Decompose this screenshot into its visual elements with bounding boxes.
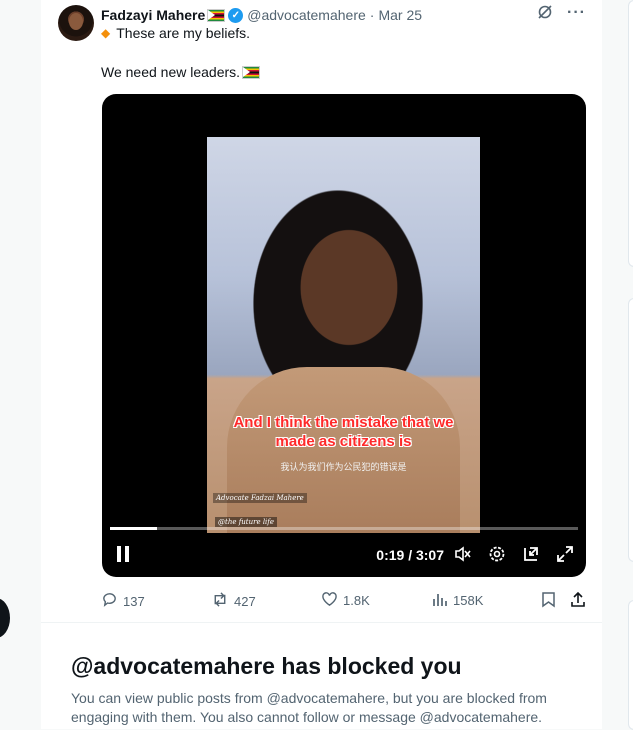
share-button[interactable] xyxy=(570,591,586,611)
blocked-title: @advocatemahere has blocked you xyxy=(71,653,462,679)
video-controls: 0:19 / 3:07 xyxy=(102,540,586,568)
video-time: 0:19 / 3:07 xyxy=(376,547,444,563)
video-frame[interactable]: And I think the mistake that we made as … xyxy=(207,137,480,533)
tweet-text-line-2: We need new leaders. xyxy=(101,64,263,80)
right-sidebar-card[interactable] xyxy=(628,0,633,267)
tweet-actions: 137 427 1.8K 158K xyxy=(101,591,587,611)
repost-count: 427 xyxy=(234,593,256,609)
tweet-date[interactable]: Mar 25 xyxy=(378,7,422,23)
video-player[interactable]: And I think the mistake that we made as … xyxy=(102,94,586,577)
views-button[interactable]: 158K xyxy=(432,591,483,610)
timeline-column: Fadzayi Mahere ✓ @advocatemahere · Mar 2… xyxy=(41,0,602,729)
verified-badge-icon: ✓ xyxy=(228,7,244,23)
views-count: 158K xyxy=(453,593,484,608)
video-subtitle-chinese: 我认为我们作为公民犯的错误是 xyxy=(280,462,407,472)
video-progress-bar[interactable] xyxy=(110,527,578,530)
pause-icon[interactable] xyxy=(116,546,130,562)
reply-count: 137 xyxy=(123,593,145,609)
orange-diamond-icon: ◆ xyxy=(101,26,111,40)
video-watermark-source: @the future life xyxy=(215,517,278,527)
like-button[interactable]: 1.8K xyxy=(321,591,370,610)
video-watermark-name: Advocate Fadzai Mahere xyxy=(213,493,307,503)
repost-icon xyxy=(211,591,229,611)
video-caption: And I think the mistake that we made as … xyxy=(233,414,454,450)
tweet-text-line-1: ◆ These are my beliefs. xyxy=(101,25,250,41)
right-sidebar-card[interactable] xyxy=(628,298,633,562)
tweet-text-beliefs: These are my beliefs. xyxy=(116,25,251,41)
author-handle[interactable]: @advocatemahere xyxy=(247,7,366,23)
bookmark-icon xyxy=(541,591,556,611)
share-icon xyxy=(570,591,586,611)
views-icon xyxy=(432,591,448,610)
mute-icon[interactable] xyxy=(452,543,474,565)
right-sidebar-card[interactable] xyxy=(628,600,633,730)
reply-icon xyxy=(101,591,118,611)
settings-gear-icon[interactable] xyxy=(486,543,508,565)
blocked-description: You can view public posts from @advocate… xyxy=(71,690,547,725)
tweet-header: Fadzayi Mahere ✓ @advocatemahere · Mar 2… xyxy=(101,6,422,24)
tweet-top-actions: ··· xyxy=(537,4,586,25)
avatar[interactable] xyxy=(58,5,94,41)
left-floating-button[interactable] xyxy=(0,598,10,638)
separator: · xyxy=(369,7,375,23)
tweet[interactable]: Fadzayi Mahere ✓ @advocatemahere · Mar 2… xyxy=(41,0,602,618)
more-icon[interactable]: ··· xyxy=(567,4,586,25)
blocked-notice: @advocatemahere has blocked you You can … xyxy=(41,622,602,729)
like-icon xyxy=(321,591,338,610)
grok-icon[interactable] xyxy=(537,4,553,25)
picture-in-picture-icon[interactable] xyxy=(520,543,542,565)
tweet-text-leaders: We need new leaders. xyxy=(101,64,241,80)
zimbabwe-flag-icon xyxy=(242,65,261,79)
author-name[interactable]: Fadzayi Mahere xyxy=(101,7,205,23)
repost-button[interactable]: 427 xyxy=(211,591,256,611)
like-count: 1.8K xyxy=(343,593,370,608)
video-progress-fill xyxy=(110,527,157,530)
bookmark-button[interactable] xyxy=(541,591,556,611)
reply-button[interactable]: 137 xyxy=(101,591,145,611)
zimbabwe-flag-icon xyxy=(207,8,226,22)
fullscreen-icon[interactable] xyxy=(554,543,576,565)
